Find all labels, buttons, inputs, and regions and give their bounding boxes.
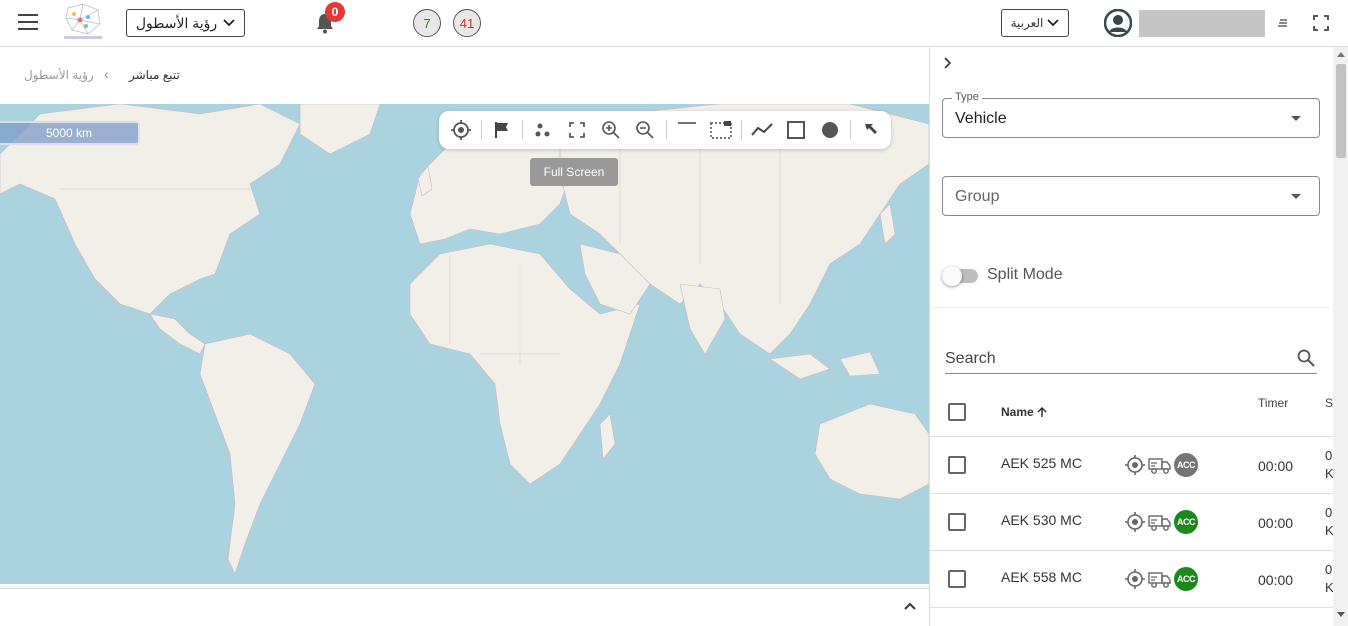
gps-locate-icon[interactable] xyxy=(1124,454,1146,476)
toolbar-divider xyxy=(849,120,851,140)
row-timer: 00:00 xyxy=(1258,458,1294,474)
acc-status-badge: ACC xyxy=(1174,510,1198,534)
fullscreen-icon[interactable] xyxy=(563,115,591,145)
column-header-s[interactable]: S xyxy=(1325,396,1333,410)
column-header-name-label: Name xyxy=(1001,405,1034,419)
group-select[interactable]: Group xyxy=(942,176,1320,216)
status-icons: ACC xyxy=(1124,510,1198,534)
truck-icon xyxy=(1148,515,1171,531)
chevron-up-icon[interactable] xyxy=(903,599,917,613)
map-land-shapes xyxy=(0,104,929,575)
toolbar-divider xyxy=(481,120,483,140)
toolbar-divider xyxy=(740,120,742,140)
breadcrumb-parent-link[interactable]: رؤية الأسطول xyxy=(24,68,94,82)
notification-count-badge: 0 xyxy=(325,2,345,22)
vehicle-name[interactable]: AEK 525 MC xyxy=(1001,455,1082,471)
fleet-view-select[interactable]: رؤية الأسطول xyxy=(126,9,245,37)
table-row[interactable]: AEK 525 MC ACC 00:00 0 K xyxy=(930,437,1334,494)
vehicle-name[interactable]: AEK 530 MC xyxy=(1001,512,1082,528)
fullscreen-icon[interactable] xyxy=(1313,15,1329,31)
search-input[interactable] xyxy=(945,348,1275,370)
select-all-checkbox[interactable] xyxy=(948,403,966,421)
vehicle-name[interactable]: AEK 558 MC xyxy=(1001,569,1082,585)
dropdown-arrow-icon xyxy=(1291,194,1301,199)
select-area-icon[interactable] xyxy=(707,115,735,145)
row-checkbox[interactable] xyxy=(948,570,966,588)
gps-locate-icon[interactable] xyxy=(1124,568,1146,590)
zoom-out-icon[interactable] xyxy=(631,115,659,145)
status-icons: ACC xyxy=(1124,567,1198,591)
scroll-up-icon[interactable] xyxy=(1337,52,1345,57)
polyline-icon[interactable] xyxy=(748,115,776,145)
search-icon[interactable] xyxy=(1297,349,1315,367)
toggle-knob xyxy=(942,266,962,286)
vehicle-side-panel: Type Vehicle Group Split Mode Name Timer… xyxy=(929,47,1348,626)
online-count-badge[interactable]: 7 xyxy=(413,9,441,37)
dropdown-arrow-icon xyxy=(1291,116,1301,121)
scroll-down-icon[interactable] xyxy=(1337,612,1345,617)
section-divider xyxy=(930,307,1330,308)
type-select[interactable]: Type Vehicle xyxy=(942,91,1320,138)
truck-icon xyxy=(1148,458,1171,474)
world-map[interactable]: 5000 km Full Screen xyxy=(0,104,929,584)
map-scale-bar: 5000 km xyxy=(0,121,140,145)
sort-lines-icon[interactable] xyxy=(1277,17,1289,29)
type-label: Type xyxy=(952,91,982,103)
language-select[interactable]: العربية xyxy=(1001,9,1069,37)
zoom-in-icon[interactable] xyxy=(597,115,625,145)
flag-icon[interactable] xyxy=(488,115,516,145)
split-mode-toggle[interactable] xyxy=(942,266,978,286)
company-logo xyxy=(64,3,102,39)
breadcrumb-chevron-icon: ‹ xyxy=(104,66,109,82)
pointer-icon[interactable] xyxy=(857,115,885,145)
top-bar: رؤية الأسطول 0 7 41 العربية xyxy=(0,0,1348,47)
hamburger-menu-icon[interactable] xyxy=(18,14,38,32)
truck-icon xyxy=(1148,572,1171,588)
table-row[interactable]: AEK 530 MC ACC 00:00 0 K xyxy=(930,494,1334,551)
chevron-right-icon[interactable] xyxy=(940,56,954,70)
scroll-thumb[interactable] xyxy=(1336,64,1346,158)
row-timer: 00:00 xyxy=(1258,572,1294,588)
language-label: العربية xyxy=(1010,16,1044,30)
user-avatar-icon[interactable] xyxy=(1104,9,1132,37)
fleet-view-label: رؤية الأسطول xyxy=(135,14,218,31)
column-header-name[interactable]: Name xyxy=(1001,405,1048,419)
square-icon[interactable] xyxy=(782,115,810,145)
toolbar-divider xyxy=(522,120,524,140)
row-checkbox[interactable] xyxy=(948,513,966,531)
breadcrumb-current: تتبع مباشر xyxy=(129,68,180,82)
fullscreen-tooltip: Full Screen xyxy=(530,158,618,186)
panel-scrollbar[interactable] xyxy=(1333,47,1348,626)
acc-status-badge: ACC xyxy=(1174,567,1198,591)
chevron-down-icon xyxy=(223,19,235,27)
gps-locate-icon[interactable] xyxy=(1124,511,1146,533)
locate-icon[interactable] xyxy=(447,115,475,145)
table-row[interactable]: AEK 558 MC ACC 00:00 0 K xyxy=(930,551,1334,608)
offline-count-badge[interactable]: 41 xyxy=(453,9,481,37)
breadcrumb: رؤية الأسطول ‹ تتبع مباشر xyxy=(0,47,929,104)
row-checkbox[interactable] xyxy=(948,456,966,474)
arrow-up-icon xyxy=(1037,406,1047,417)
line-icon[interactable] xyxy=(672,115,700,145)
username-field[interactable] xyxy=(1139,10,1265,37)
map-toolbar xyxy=(439,111,891,149)
column-header-timer[interactable]: Timer xyxy=(1258,396,1288,410)
table-header: Name Timer S xyxy=(930,383,1334,437)
split-mode-label: Split Mode xyxy=(987,266,1063,283)
chevron-down-icon xyxy=(1047,19,1060,27)
row-timer: 00:00 xyxy=(1258,515,1294,531)
acc-status-badge: ACC xyxy=(1174,453,1198,477)
toolbar-divider xyxy=(665,120,667,140)
bottom-drawer xyxy=(0,588,929,626)
status-icons: ACC xyxy=(1124,453,1198,477)
type-value: Vehicle xyxy=(955,110,1007,127)
group-placeholder: Group xyxy=(955,188,1000,205)
circle-icon[interactable] xyxy=(816,115,844,145)
search-field xyxy=(945,344,1317,374)
cluster-icon[interactable] xyxy=(529,115,557,145)
